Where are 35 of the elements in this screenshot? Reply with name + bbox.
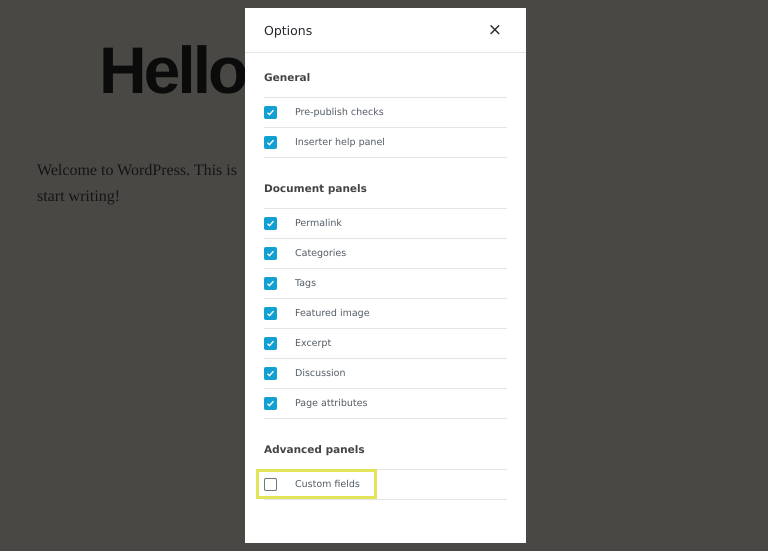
option-label: Inserter help panel xyxy=(295,137,385,148)
checkbox[interactable] xyxy=(264,478,277,491)
option-label: Excerpt xyxy=(295,338,332,349)
checkbox[interactable] xyxy=(264,217,277,230)
checkbox[interactable] xyxy=(264,247,277,260)
checkbox[interactable] xyxy=(264,367,277,380)
checkbox[interactable] xyxy=(264,307,277,320)
section-title: General xyxy=(264,65,507,98)
checkmark-icon xyxy=(266,279,275,288)
checkbox[interactable] xyxy=(264,106,277,119)
checkmark-icon xyxy=(266,108,275,117)
checkbox[interactable] xyxy=(264,277,277,290)
option-label: Permalink xyxy=(295,218,342,229)
option-label: Featured image xyxy=(295,308,370,319)
post-title: Hello xyxy=(99,32,246,108)
checkmark-icon xyxy=(266,399,275,408)
checkmark-icon xyxy=(266,249,275,258)
section-title: Advanced panels xyxy=(264,437,507,470)
option-label: Page attributes xyxy=(295,398,368,409)
checkmark-icon xyxy=(266,309,275,318)
checkmark-icon xyxy=(266,138,275,147)
option-label: Custom fields xyxy=(295,479,360,490)
dialog-title: Options xyxy=(264,22,312,38)
option-label: Categories xyxy=(295,248,346,259)
checkmark-icon xyxy=(266,369,275,378)
checkbox[interactable] xyxy=(264,397,277,410)
checkmark-icon xyxy=(266,339,275,348)
option-label: Discussion xyxy=(295,368,346,379)
checkbox[interactable] xyxy=(264,136,277,149)
checkmark-icon xyxy=(266,219,275,228)
checkbox[interactable] xyxy=(264,337,277,350)
close-button[interactable]: × xyxy=(484,20,506,40)
section-title: Document panels xyxy=(264,176,507,209)
option-label: Tags xyxy=(295,278,316,289)
option-label: Pre-publish checks xyxy=(295,107,384,118)
